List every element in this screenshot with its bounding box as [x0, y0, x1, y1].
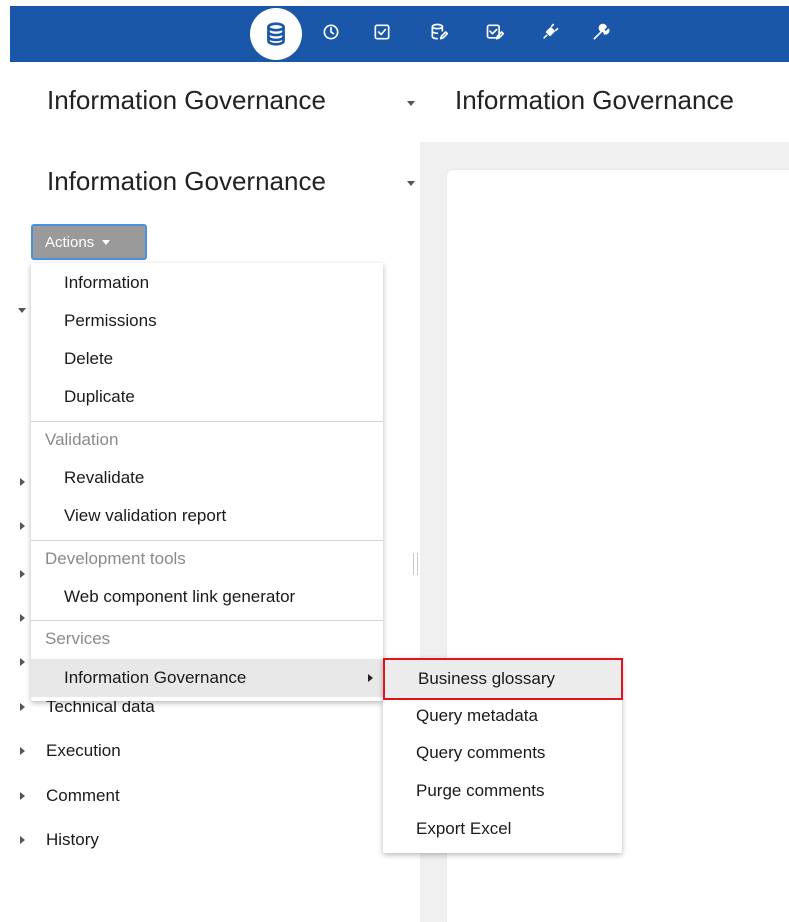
actions-menu: Information Permissions Delete Duplicate… [31, 263, 383, 701]
submenu-item-business-glossary[interactable]: Business glossary [383, 658, 623, 700]
menu-header-services: Services [45, 629, 111, 648]
submenu-item-query-comments[interactable]: Query comments [383, 734, 622, 772]
toolbar-background [10, 6, 789, 62]
menu-item-permissions[interactable]: Permissions [31, 302, 383, 340]
caret-down-icon [102, 239, 111, 245]
expand-right-icon[interactable] [20, 658, 25, 666]
menu-header-validation: Validation [45, 430, 119, 449]
selector-title[interactable]: Information Governance [47, 85, 326, 116]
wrench-icon[interactable] [589, 20, 613, 44]
menu-item-information-governance[interactable]: Information Governance [31, 659, 383, 697]
plug-icon[interactable] [538, 20, 562, 44]
actions-button[interactable]: Actions [31, 224, 147, 260]
tree-item-label: Comment [46, 786, 120, 805]
menu-item-delete[interactable]: Delete [31, 340, 383, 378]
submenu-item-export-excel[interactable]: Export Excel [383, 810, 622, 848]
submenu-item-purge-comments[interactable]: Purge comments [383, 772, 622, 810]
menu-divider [31, 540, 383, 541]
menu-item-view-validation-report[interactable]: View validation report [31, 497, 383, 535]
menu-item-web-component-link-generator[interactable]: Web component link generator [31, 578, 383, 616]
menu-item-information[interactable]: Information [31, 264, 383, 302]
expand-right-icon[interactable] [20, 522, 25, 530]
panel-title[interactable]: Information Governance [47, 166, 326, 197]
check-edit-icon[interactable] [483, 20, 507, 44]
menu-item-duplicate[interactable]: Duplicate [31, 378, 383, 416]
expand-right-icon[interactable] [20, 792, 25, 800]
menu-divider [31, 421, 383, 422]
menu-item-label: Information Governance [64, 668, 247, 687]
top-toolbar [0, 0, 789, 62]
expand-right-icon[interactable] [20, 478, 25, 486]
menu-item-revalidate[interactable]: Revalidate [31, 459, 383, 497]
chevron-down-icon[interactable] [407, 101, 415, 106]
expand-right-icon[interactable] [20, 747, 25, 755]
page-title: Information Governance [455, 85, 734, 115]
expand-right-icon[interactable] [20, 703, 25, 711]
services-submenu: Business glossary Query metadata Query c… [383, 658, 623, 853]
clock-icon[interactable] [319, 20, 343, 44]
database-icon[interactable] [250, 8, 302, 60]
expand-right-icon[interactable] [20, 836, 25, 844]
checklist-icon[interactable] [370, 20, 394, 44]
menu-divider [31, 620, 383, 621]
expand-right-icon[interactable] [20, 570, 25, 578]
submenu-item-query-metadata[interactable]: Query metadata [383, 697, 622, 735]
menu-header-development-tools: Development tools [45, 549, 186, 568]
tree-item-label: History [46, 830, 99, 849]
chevron-right-icon [368, 674, 373, 682]
tree-item-history[interactable]: History [20, 830, 99, 850]
expand-down-icon[interactable] [18, 308, 26, 313]
tree-item-execution[interactable]: Execution [20, 741, 121, 761]
panel-splitter[interactable] [413, 553, 418, 575]
database-edit-icon[interactable] [427, 20, 451, 44]
chevron-down-icon[interactable] [407, 181, 415, 186]
tree-item-label: Execution [46, 741, 121, 760]
expand-right-icon[interactable] [20, 614, 25, 622]
tree-item-comment[interactable]: Comment [20, 786, 120, 806]
actions-label: Actions [45, 233, 95, 251]
